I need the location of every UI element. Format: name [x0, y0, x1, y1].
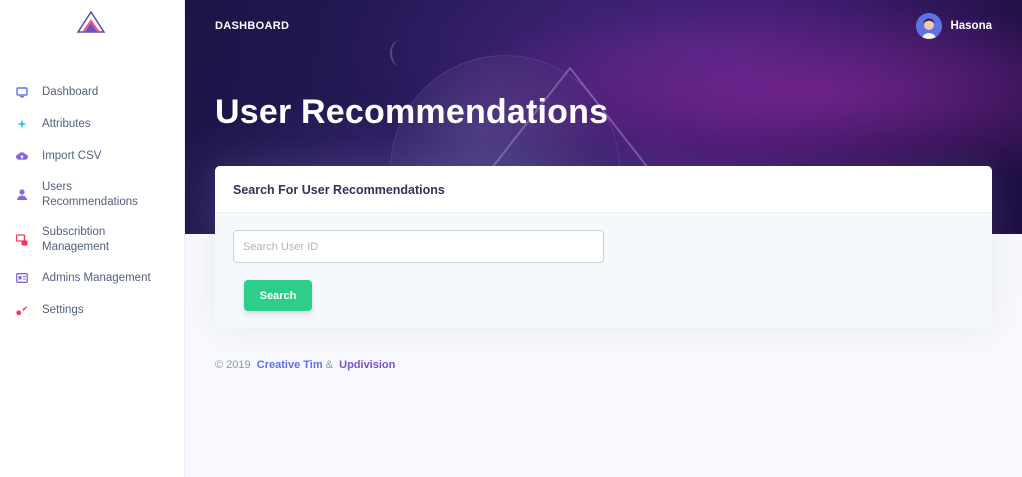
sidebar-item-label: Attributes: [42, 117, 91, 130]
sidebar-item-attributes[interactable]: Attributes: [0, 108, 185, 140]
app: Dashboard Attributes Import CSV Users Re…: [0, 0, 1022, 477]
id-card-icon: [16, 272, 28, 284]
copyright: © 2019: [215, 359, 251, 371]
database-icon: [16, 233, 28, 246]
search-card: Search For User Recommendations Search: [215, 166, 992, 328]
background-moon: [390, 40, 410, 66]
sidebar-item-dashboard[interactable]: Dashboard: [0, 76, 185, 108]
sidebar-item-label: Import CSV: [42, 149, 102, 162]
avatar: [916, 13, 943, 39]
sidebar-item-settings[interactable]: Settings: [0, 294, 185, 326]
sidebar-item-label: Settings: [42, 303, 84, 316]
footer-link-creative-tim[interactable]: Creative Tim: [257, 359, 323, 371]
user-menu[interactable]: Hasona: [916, 13, 992, 39]
search-user-id-input[interactable]: [233, 230, 604, 263]
sidebar-item-label: Users Recommendations: [42, 180, 138, 208]
sidebar-item-label: Subscribtion Management: [42, 225, 110, 253]
search-button[interactable]: Search: [244, 280, 312, 311]
footer: © 2019 Creative Tim & Updivision: [215, 359, 395, 371]
sidebar-item-subscription-management[interactable]: Subscribtion Management: [0, 217, 185, 262]
sidebar-item-import-csv[interactable]: Import CSV: [0, 140, 185, 172]
user-icon: [16, 189, 28, 201]
sidebar-item-label: Dashboard: [42, 85, 99, 98]
sidebar-item-label: Admins Management: [42, 271, 151, 284]
user-name: Hasona: [950, 20, 992, 32]
settings-icon: [16, 304, 28, 316]
sparkle-icon: [16, 118, 28, 130]
footer-separator: &: [325, 359, 333, 371]
monitor-icon: [16, 86, 28, 98]
card-title: Search For User Recommendations: [233, 183, 445, 197]
sidebar-nav: Dashboard Attributes Import CSV Users Re…: [0, 76, 185, 326]
footer-link-updivision[interactable]: Updivision: [339, 359, 395, 371]
breadcrumb[interactable]: DASHBOARD: [215, 20, 289, 32]
sidebar-item-admins-management[interactable]: Admins Management: [0, 262, 185, 294]
page-title: User Recommendations: [215, 93, 609, 131]
brand-logo[interactable]: [76, 10, 106, 35]
sidebar: Dashboard Attributes Import CSV Users Re…: [0, 0, 185, 477]
sidebar-item-users-recommendations[interactable]: Users Recommendations: [0, 172, 185, 217]
cloud-upload-icon: [16, 150, 28, 162]
card-header: Search For User Recommendations: [215, 166, 992, 213]
